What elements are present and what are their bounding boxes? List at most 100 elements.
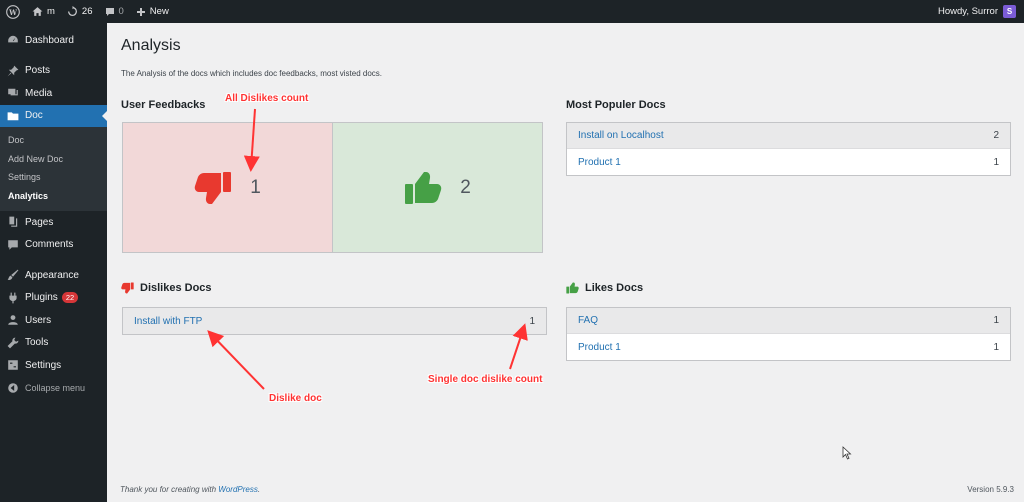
doc-submenu: Doc Add New Doc Settings Analytics [0,127,107,211]
list-item: Install with FTP 1 [123,308,546,334]
sidebar-item-pages[interactable]: Pages [0,211,107,234]
sidebar-item-media[interactable]: Media [0,82,107,105]
like-summary: 2 [333,123,542,252]
wrench-icon [7,337,19,349]
pages-icon [7,216,19,228]
wordpress-link[interactable]: WordPress [218,485,258,494]
doc-count: 1 [993,156,999,168]
list-item: Product 1 1 [567,334,1010,360]
paintbrush-icon [7,269,19,281]
users-icon [7,314,19,326]
collapse-menu-button[interactable]: Collapse menu [0,377,107,400]
thumbs-down-icon [194,171,232,204]
sidebar-item-label: Pages [25,216,54,228]
thumbs-down-icon [121,282,134,294]
sidebar-item-label: Tools [25,337,49,349]
comments-count: 0 [118,6,124,17]
doc-count: 1 [529,315,535,327]
user-feedbacks-title: User Feedbacks [121,99,205,111]
sidebar-item-plugins[interactable]: Plugins 22 [0,287,107,310]
howdy-text: Howdy, Surror [937,6,998,17]
collapse-label: Collapse menu [25,382,86,393]
main-content: Analysis The Analysis of the docs which … [107,23,1024,502]
site-name: m [47,6,55,17]
sidebar-item-label: Media [25,87,53,99]
dashboard-icon [7,34,19,46]
new-content-link[interactable]: New [130,0,175,23]
sidebar-item-label: Doc [25,110,43,122]
sidebar-item-label: Appearance [25,269,79,281]
annotation-dislike-doc: Dislike doc [269,393,322,404]
submenu-item-add-new-doc[interactable]: Add New Doc [0,150,107,169]
submenu-item-doc[interactable]: Doc [0,131,107,150]
folder-icon [7,110,19,122]
doc-link[interactable]: Product 1 [578,157,621,168]
comments-icon [7,239,19,251]
most-popular-list: Install on Localhost 2 Product 1 1 [566,122,1011,176]
doc-count: 2 [993,130,999,141]
list-item: Product 1 1 [567,149,1010,175]
section-title-text: Likes Docs [585,282,644,294]
admin-bar: W m 26 0 New Howdy, Surror S [0,0,1024,23]
new-label: New [149,6,169,17]
dislikes-docs-list: Install with FTP 1 [122,307,547,335]
footer-thanks: Thank you for creating with WordPress. [120,485,260,494]
settings-icon [7,359,19,371]
sidebar-item-label: Users [25,314,52,326]
doc-count: 1 [993,315,999,326]
total-likes-count: 2 [460,176,471,198]
wordpress-logo-icon[interactable]: W [0,0,26,23]
sidebar-item-label: Posts [25,65,51,77]
doc-link[interactable]: Install with FTP [134,316,202,327]
doc-link[interactable]: FAQ [578,315,598,326]
total-dislikes-count: 1 [250,176,261,198]
sidebar-item-comments[interactable]: Comments [0,234,107,257]
updates-icon [67,6,77,16]
sidebar-item-label: Comments [25,239,74,251]
likes-docs-list: FAQ 1 Product 1 1 [566,307,1011,361]
annotation-single-doc: Single doc dislike count [428,374,543,385]
sidebar-item-appearance[interactable]: Appearance [0,264,107,287]
plugin-icon [7,292,19,304]
doc-link[interactable]: Product 1 [578,342,621,353]
footer-thanks-text: Thank you for creating with [120,485,219,494]
doc-link[interactable]: Install on Localhost [578,130,664,141]
thumbs-up-icon [566,282,579,294]
sidebar-item-tools[interactable]: Tools [0,332,107,355]
sidebar-item-settings[interactable]: Settings [0,354,107,377]
sidebar-item-dashboard[interactable]: Dashboard [0,29,107,52]
pushpin-icon [7,65,19,77]
plugins-update-badge: 22 [61,292,79,304]
account-menu[interactable]: Howdy, Surror S [938,5,1024,18]
page-description: The Analysis of the docs which includes … [121,69,383,78]
doc-count: 1 [993,341,999,353]
section-title-text: Dislikes Docs [140,282,212,294]
comment-icon [105,7,114,16]
site-name-link[interactable]: m [26,0,61,23]
updates-count: 26 [81,6,93,17]
updates-link[interactable]: 26 [61,0,99,23]
mouse-cursor-icon [842,446,852,460]
submenu-item-analytics[interactable]: Analytics [0,187,107,206]
sidebar-item-posts[interactable]: Posts [0,60,107,83]
list-item: Install on Localhost 2 [567,123,1010,149]
dislike-summary: 1 [123,123,333,252]
likes-docs-title: Likes Docs [566,282,643,294]
home-icon [32,7,43,16]
plus-icon [136,7,145,16]
collapse-icon [7,382,19,394]
sidebar-item-label: Plugins [25,292,58,304]
comments-link[interactable]: 0 [99,0,130,23]
sidebar-item-doc[interactable]: Doc [0,104,107,127]
submenu-item-settings[interactable]: Settings [0,168,107,187]
section-title-text: User Feedbacks [121,99,206,111]
footer-version: Version 5.9.3 [967,485,1014,494]
annotation-all-dislikes: All Dislikes count [225,93,309,104]
avatar: S [1003,5,1016,18]
sidebar-item-users[interactable]: Users [0,309,107,332]
admin-sidebar: Dashboard Posts Media Doc Doc Add New Do… [0,23,107,502]
dislikes-docs-title: Dislikes Docs [121,282,212,294]
list-item: FAQ 1 [567,308,1010,334]
feedback-summary: 1 2 [122,122,543,253]
most-popular-title: Most Populer Docs [566,99,666,111]
